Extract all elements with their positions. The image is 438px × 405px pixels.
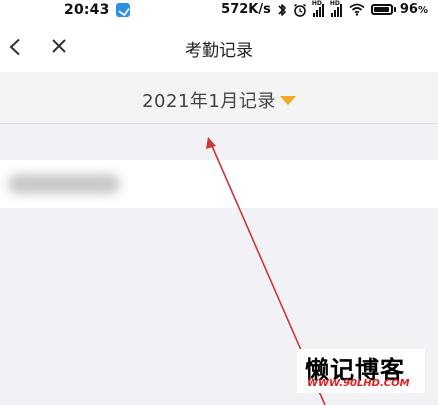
signal-sim1-icon: HD xyxy=(311,0,325,17)
alarm-icon xyxy=(293,3,307,17)
status-left: 20:43 xyxy=(64,2,130,18)
blurred-record-text xyxy=(8,174,120,194)
navigation-bar: 考勤记录 xyxy=(0,24,438,72)
status-time: 20:43 xyxy=(64,2,110,18)
wifi-icon xyxy=(349,3,365,16)
bluetooth-icon xyxy=(277,3,287,17)
watermark-url: WWW.90LHD.COM xyxy=(307,378,410,389)
watermark-logo: 懒记博客 WWW.90LHD.COM xyxy=(297,349,425,393)
battery-indicator: 96% xyxy=(370,2,428,17)
battery-icon xyxy=(370,4,393,15)
record-list-item[interactable] xyxy=(0,160,438,208)
signal-sim2-icon: HD xyxy=(329,0,343,17)
status-right: 572K/s HD HD 96% xyxy=(221,0,428,17)
page-title: 考勤记录 xyxy=(185,41,253,61)
caret-down-icon[interactable] xyxy=(279,95,296,105)
hd-label: HD xyxy=(311,0,322,7)
network-speed: 572K/s xyxy=(221,2,271,17)
month-selector[interactable]: 2021年1月记录 xyxy=(0,72,438,124)
hd-label: HD xyxy=(329,0,340,7)
app-notification-icon xyxy=(115,3,130,17)
month-label[interactable]: 2021年1月记录 xyxy=(142,87,276,113)
month-selector-inner[interactable]: 2021年1月记录 xyxy=(0,87,438,113)
annotation-arrow-head xyxy=(206,137,216,149)
battery-level-fill xyxy=(373,7,390,12)
battery-percent: 96% xyxy=(399,2,428,17)
status-bar: 20:43 572K/s HD HD 96% xyxy=(0,0,438,24)
